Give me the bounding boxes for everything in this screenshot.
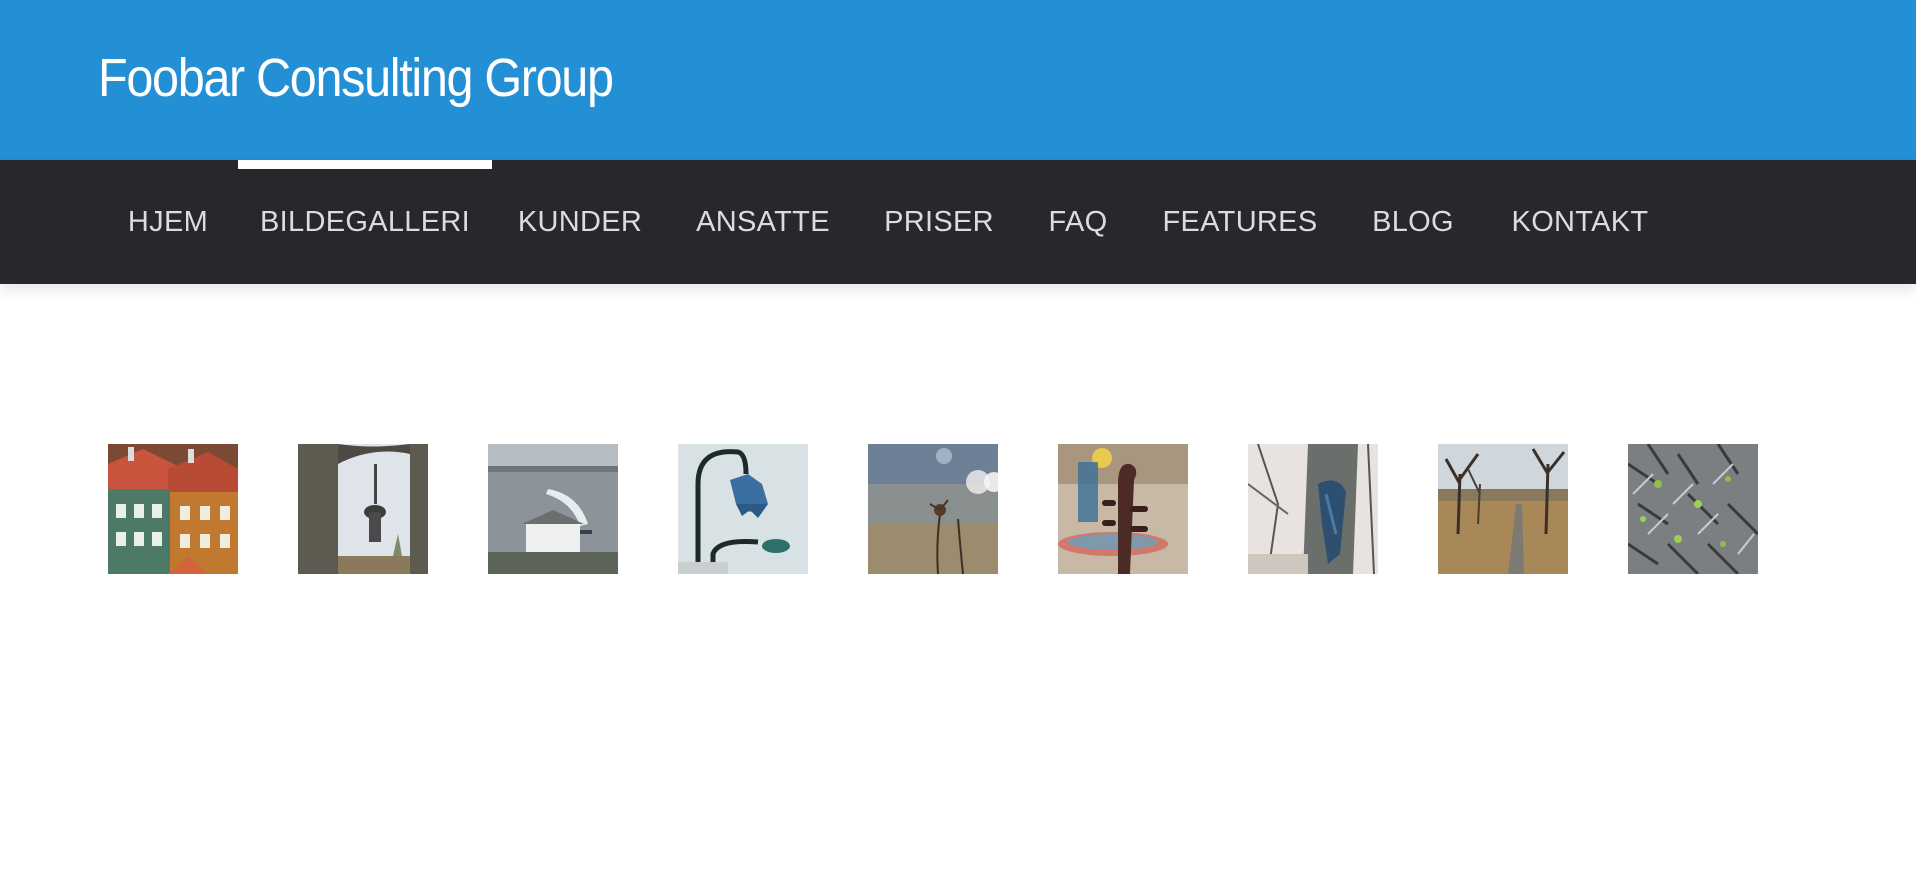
nav-item-priser[interactable]: PRISER bbox=[870, 160, 1008, 284]
gallery-thumb-tower[interactable] bbox=[298, 444, 428, 574]
tower-through-arch-image bbox=[298, 444, 428, 574]
gallery-thumb-bellflower[interactable] bbox=[678, 444, 808, 574]
gallery-thumb-row-houses[interactable] bbox=[108, 444, 238, 574]
gallery-thumb-violin[interactable] bbox=[1058, 444, 1188, 574]
park-path-image bbox=[1438, 444, 1568, 574]
nav-item-ansatte[interactable]: ANSATTE bbox=[666, 160, 860, 284]
nav-item-kontakt[interactable]: KONTAKT bbox=[1494, 160, 1666, 284]
site-header: Foobar Consulting Group bbox=[0, 0, 1916, 160]
fortress-by-fjord-image bbox=[488, 444, 618, 574]
violin-scroll-image bbox=[1058, 444, 1188, 574]
gallery-thumb-scarf-tree[interactable] bbox=[1248, 444, 1378, 574]
nav-item-features[interactable]: FEATURES bbox=[1150, 160, 1330, 284]
gallery-thumb-park-path[interactable] bbox=[1438, 444, 1568, 574]
nav-item-hjem[interactable]: HJEM bbox=[99, 160, 237, 284]
nav-item-bildegalleri[interactable]: BILDEGALLERI bbox=[238, 160, 492, 284]
nav-item-faq[interactable]: FAQ bbox=[1030, 160, 1126, 284]
bellflower-lamp-image bbox=[678, 444, 808, 574]
site-title[interactable]: Foobar Consulting Group bbox=[98, 38, 614, 118]
dry-flower-image bbox=[868, 444, 998, 574]
scarf-on-tree-image bbox=[1248, 444, 1378, 574]
gallery-thumb-dry-flower[interactable] bbox=[868, 444, 998, 574]
nav-item-kunder[interactable]: KUNDER bbox=[500, 160, 660, 284]
gallery-thumb-fortress[interactable] bbox=[488, 444, 618, 574]
gallery-thumb-sprouts[interactable] bbox=[1628, 444, 1758, 574]
sprouts-image bbox=[1628, 444, 1758, 574]
nav-item-blog[interactable]: BLOG bbox=[1350, 160, 1476, 284]
row-houses-image bbox=[108, 444, 238, 574]
main-nav: HJEM BILDEGALLERI KUNDER ANSATTE PRISER … bbox=[0, 160, 1916, 284]
